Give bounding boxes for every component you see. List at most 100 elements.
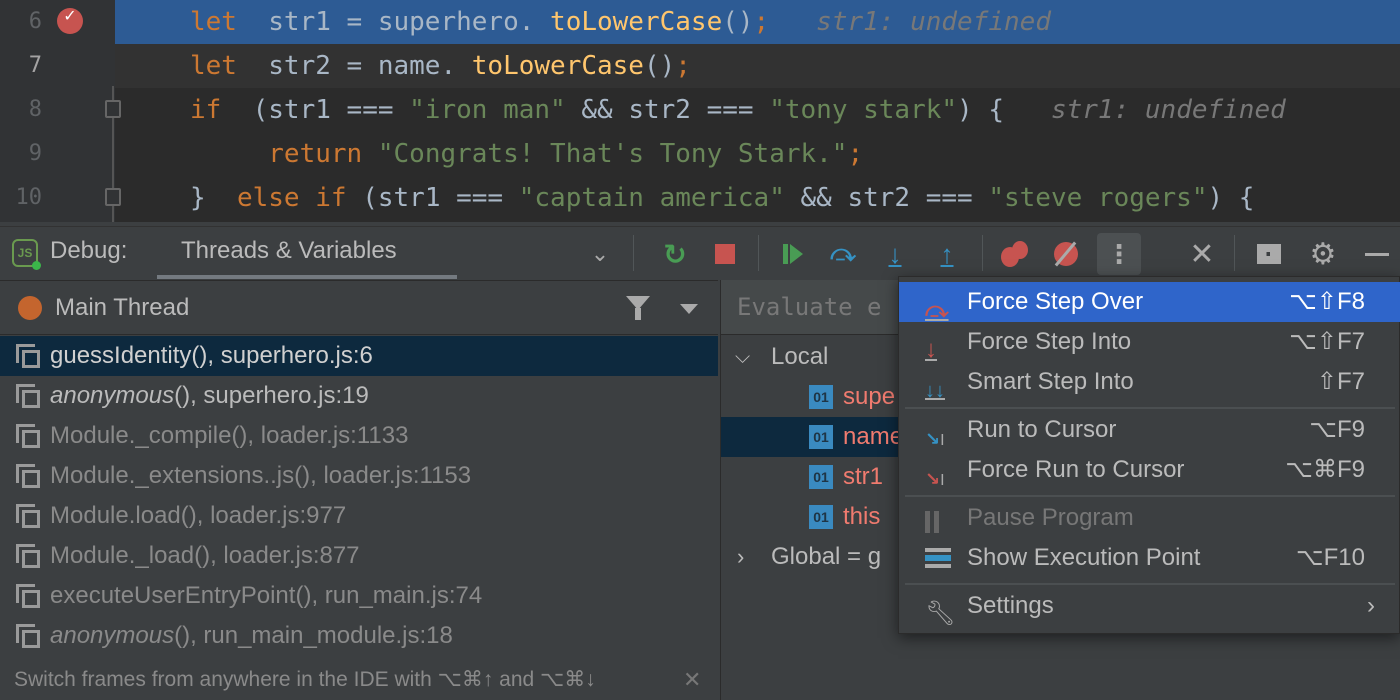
code-token: ;: [675, 51, 691, 81]
force-step-into-icon: ↓: [925, 336, 937, 363]
breakpoint-icon[interactable]: ✓: [57, 8, 83, 34]
layout-icon[interactable]: [1252, 237, 1286, 271]
stack-frame[interactable]: anonymous(), superhero.js:19: [0, 376, 718, 416]
code-text: let str1 = superhero. toLowerCase(); str…: [190, 0, 1051, 44]
chevron-right-icon[interactable]: ›: [737, 537, 744, 577]
code-text: if (str1 === "iron man" && str2 === "ton…: [190, 88, 1286, 132]
menu-item-force-step-over[interactable]: ⤼ Force Step Over ⌥⇧F8: [899, 282, 1400, 322]
code-line[interactable]: 6 let str1 = superhero. toLowerCase(); st…: [29, 0, 1400, 44]
menu-separator: [905, 495, 1395, 497]
code-token: let: [190, 51, 237, 81]
rerun-icon[interactable]: ↻: [658, 237, 692, 271]
line-number: 6: [28, 9, 42, 34]
menu-item-show-execution-point[interactable]: Show Execution Point ⌥F10: [899, 538, 1400, 578]
minimize-icon[interactable]: [1360, 237, 1394, 271]
separator: [982, 235, 983, 271]
variable-name: name: [843, 423, 904, 450]
resume-icon[interactable]: [776, 237, 810, 271]
close-icon[interactable]: ✕: [1185, 237, 1219, 271]
code-line[interactable]: 8 if (str1 === "iron man" && str2 === "to…: [0, 88, 1400, 132]
gear-icon[interactable]: ⚙: [1306, 237, 1340, 271]
dropdown-arrow-icon[interactable]: [680, 304, 698, 314]
execution-point-icon: [925, 546, 951, 570]
view-breakpoints-icon[interactable]: [998, 237, 1032, 271]
mute-breakpoints-icon[interactable]: [1049, 237, 1083, 271]
menu-item-label: Smart Step Into: [967, 368, 1134, 395]
stack-frame[interactable]: guessIdentity(), superhero.js:6: [0, 336, 718, 376]
filter-icon[interactable]: [626, 296, 650, 320]
stack-frame[interactable]: Module._compile(), loader.js:1133: [0, 416, 718, 456]
thread-selector[interactable]: Main Thread: [0, 280, 718, 335]
fold-marker-icon[interactable]: [105, 188, 121, 206]
code-token: (): [643, 51, 676, 81]
code-token: let: [190, 7, 237, 37]
menu-item-shortcut: ⌥⇧F8: [1289, 288, 1365, 315]
frame-icon: [16, 424, 40, 448]
menu-item-pause-program: Pause Program: [899, 498, 1400, 538]
code-line[interactable]: 10} else if (str1 === "captain america" …: [0, 176, 1400, 220]
stack-frame[interactable]: executeUserEntryPoint(), run_main.js:74: [0, 576, 718, 616]
code-token: ) {: [1207, 183, 1255, 213]
tab-threads-variables[interactable]: Threads & Variables: [157, 227, 457, 279]
close-hint-icon[interactable]: ✕: [683, 660, 701, 700]
frame-location: (), loader.js:977: [180, 502, 347, 529]
code-token: (): [722, 7, 754, 37]
more-options-menu: ⤼ Force Step Over ⌥⇧F8 ↓ Force Step Into ⌥⇧F7…: [898, 276, 1400, 634]
stack-frame[interactable]: Module._load(), loader.js:877: [0, 536, 718, 576]
menu-item-run-to-cursor[interactable]: ↘I Run to Cursor ⌥F9: [899, 410, 1400, 450]
stop-icon[interactable]: [708, 237, 742, 271]
code-token: str2 = name.: [252, 51, 457, 81]
line-number: 7: [28, 53, 42, 78]
code-token: return: [252, 139, 363, 169]
code-token: (str1 ===: [236, 95, 410, 125]
frame-icon: [16, 624, 40, 648]
menu-separator: [905, 583, 1395, 585]
thread-name: Main Thread: [55, 294, 190, 321]
global-label: Global = g: [771, 543, 882, 570]
frames-hint: Switch frames from anywhere in the IDE w…: [0, 660, 718, 700]
menu-item-label: Settings: [967, 592, 1054, 619]
thread-status-icon: [18, 296, 42, 320]
stack-frame[interactable]: Module._extensions..js(), loader.js:1153: [0, 456, 718, 496]
frame-location: (), loader.js:1153: [294, 462, 472, 489]
step-out-icon[interactable]: ↑: [930, 237, 964, 271]
code-editor[interactable]: 6 let str1 = superhero. toLowerCase(); st…: [0, 0, 1400, 222]
frame-function: Module._load: [50, 542, 195, 569]
code-token: (str1 ===: [346, 183, 519, 213]
menu-item-settings[interactable]: 🔧︎ Settings ›: [899, 586, 1400, 627]
debug-title: Debug:: [50, 237, 128, 264]
code-token: "captain america": [518, 183, 785, 213]
pause-icon: [925, 506, 951, 533]
code-line[interactable]: 7 let str2 = name. toLowerCase();: [29, 44, 1400, 88]
code-token: ;: [753, 7, 770, 37]
chevron-down-icon[interactable]: ⌵: [735, 337, 750, 377]
tabs-dropdown-chevron-icon[interactable]: ⌄: [583, 237, 617, 271]
menu-item-shortcut: ⌥F10: [1295, 544, 1365, 571]
stack-frame[interactable]: anonymous(), run_main_module.js:18: [0, 616, 718, 656]
code-token: else if: [221, 183, 347, 213]
menu-item-shortcut: ⇧F7: [1316, 368, 1365, 395]
menu-item-label: Run to Cursor: [967, 416, 1117, 443]
step-over-icon[interactable]: ⤼: [826, 237, 860, 271]
menu-item-shortcut: ›: [1367, 592, 1375, 619]
code-token: "iron man": [409, 95, 566, 125]
step-into-icon[interactable]: ↓: [878, 237, 912, 271]
menu-item-label: Show Execution Point: [967, 544, 1201, 571]
menu-item-force-run-to-cursor[interactable]: ↘I Force Run to Cursor ⌥⌘F9: [899, 450, 1400, 490]
menu-item-force-step-into[interactable]: ↓ Force Step Into ⌥⇧F7: [899, 322, 1400, 363]
frame-function: guessIdentity: [50, 342, 192, 369]
separator: [633, 235, 634, 271]
menu-item-label: Pause Program: [967, 504, 1134, 531]
code-token: "Congrats! That's Tony Stark.": [377, 139, 848, 169]
stack-frame[interactable]: Module.load(), loader.js:977: [0, 496, 718, 536]
menu-item-shortcut: ⌥⇧F7: [1289, 328, 1365, 355]
more-options-icon[interactable]: ⋮: [1097, 233, 1141, 275]
fold-marker-icon[interactable]: [105, 100, 121, 118]
menu-item-shortcut: ⌥⌘F9: [1285, 456, 1365, 483]
code-text: return "Congrats! That's Tony Stark.";: [190, 132, 863, 176]
code-line[interactable]: 9 return "Congrats! That's Tony Stark.";: [0, 132, 1400, 176]
menu-item-smart-step-into[interactable]: ↓↓ Smart Step Into ⇧F7: [899, 362, 1400, 402]
inline-value-hint: str1: undefined: [816, 7, 1051, 37]
